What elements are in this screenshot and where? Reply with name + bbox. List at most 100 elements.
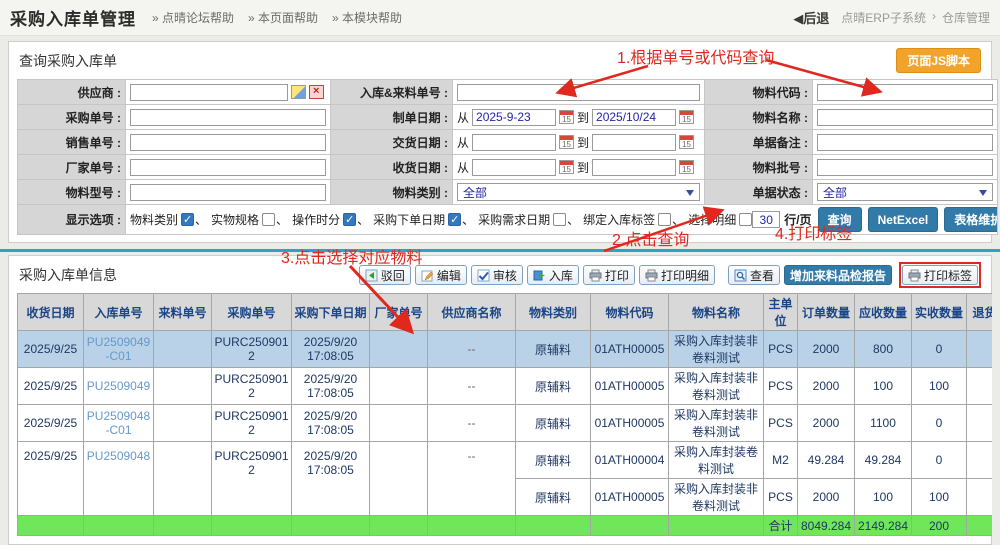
inbound-order-link[interactable]: PU2509048	[87, 449, 150, 463]
print-detail-button[interactable]: 打印明细	[639, 265, 715, 285]
reject-button[interactable]: 驳回	[359, 265, 411, 285]
doc-status-value: 全部	[823, 184, 847, 201]
material-name-input[interactable]	[817, 109, 993, 126]
display-option-checkbox[interactable]	[553, 213, 566, 226]
calendar-icon[interactable]	[679, 160, 694, 174]
doc-remark-input[interactable]	[817, 134, 993, 151]
material-category-select[interactable]: 全部	[457, 183, 700, 201]
receive-date-from-input[interactable]	[472, 159, 556, 176]
display-option-checkbox[interactable]	[658, 213, 671, 226]
table-cell: 01ATH00004	[591, 442, 669, 479]
purchase-no-input[interactable]	[130, 109, 326, 126]
display-option-checkbox[interactable]	[448, 213, 461, 226]
delivery-date-from-input[interactable]	[472, 134, 556, 151]
supplier-clear-icon[interactable]	[309, 85, 324, 99]
page-js-script-button[interactable]: 页面JS脚本	[896, 48, 981, 73]
sales-no-input[interactable]	[130, 134, 326, 151]
display-option: 操作时分	[292, 211, 356, 228]
inbound-order-link[interactable]: PU2509049	[87, 379, 150, 393]
inbound-icon	[533, 269, 546, 282]
table-cell: 100	[855, 479, 912, 516]
table-cell	[967, 516, 993, 536]
breadcrumb-module[interactable]: 仓库管理	[942, 9, 990, 26]
grid-maintain-button[interactable]: 表格维护	[944, 207, 997, 232]
table-row[interactable]: 2025/9/25PU2509049-C01PURC25090122025/9/…	[18, 331, 993, 368]
results-table: 收货日期入库单号来料单号采购单号采购下单日期厂家单号供应商名称物料类别物料代码物…	[17, 293, 992, 536]
factory-no-input[interactable]	[130, 159, 326, 176]
supplier-picker-icon[interactable]	[291, 85, 306, 99]
table-cell: --	[428, 331, 516, 368]
inbound-no-input[interactable]	[457, 84, 700, 101]
material-model-label: 物料型号 :	[18, 180, 126, 205]
table-cell	[154, 442, 212, 516]
breadcrumb-system[interactable]: 点晴ERP子系统	[841, 9, 926, 26]
table-row[interactable]: 2025/9/25PU2509049PURC25090122025/9/20 1…	[18, 368, 993, 405]
display-option-checkbox[interactable]	[739, 213, 752, 226]
inbound-order-link[interactable]: PU2509049-C01	[87, 335, 150, 363]
supplier-input[interactable]	[130, 84, 288, 101]
column-header: 入库单号	[84, 294, 154, 331]
inbound-no-label: 入库&来料单号 :	[331, 80, 453, 105]
audit-button[interactable]: 审核	[471, 265, 523, 285]
inbound-order-link[interactable]: PU2509048-C01	[87, 409, 150, 437]
display-option: 采购下单日期	[373, 211, 461, 228]
table-cell: 2000	[798, 479, 855, 516]
help-links: » 点晴论坛帮助 » 本页面帮助 » 本模块帮助	[152, 9, 402, 26]
calendar-icon[interactable]	[559, 110, 574, 124]
delivery-date-to-input[interactable]	[592, 134, 676, 151]
doc-status-select[interactable]: 全部	[817, 183, 993, 201]
inbound-button[interactable]: 入库	[527, 265, 579, 285]
factory-no-label: 厂家单号 :	[18, 155, 126, 180]
back-button[interactable]: ◀后退	[793, 8, 829, 27]
table-cell: 2025/9/25	[18, 368, 84, 405]
calendar-icon[interactable]	[559, 135, 574, 149]
table-cell: PCS	[764, 479, 798, 516]
material-code-input[interactable]	[817, 84, 993, 101]
column-header: 物料代码	[591, 294, 669, 331]
display-option: 采购需求日期	[478, 211, 566, 228]
display-option-checkbox[interactable]	[262, 213, 275, 226]
module-help-link[interactable]: » 本模块帮助	[332, 9, 402, 26]
toolbar: 驳回 编辑 审核 入库 打印 打印明细 查看 增加来料品检报告	[359, 262, 981, 288]
from-prefix: 从	[457, 159, 469, 176]
add-iqc-report-button[interactable]: 增加来料品检报告	[784, 265, 892, 285]
receive-date-to-input[interactable]	[592, 159, 676, 176]
page-help-link[interactable]: » 本页面帮助	[248, 9, 318, 26]
print-label-button[interactable]: 打印标签	[902, 265, 978, 285]
material-model-input[interactable]	[130, 184, 326, 201]
annotation-1: 1.根据单号或代码查询	[617, 44, 774, 68]
calendar-icon[interactable]	[679, 110, 694, 124]
table-cell: 2025/9/25	[18, 442, 84, 516]
table-cell: 原辅料	[516, 442, 591, 479]
column-header: 来料单号	[154, 294, 212, 331]
display-option-label: 物料类别	[130, 211, 178, 228]
view-button[interactable]: 查看	[728, 265, 780, 285]
printer-icon	[908, 269, 921, 282]
display-option: 物料类别	[130, 211, 194, 228]
material-batch-input[interactable]	[817, 159, 993, 176]
table-cell: 2000	[798, 368, 855, 405]
forum-help-link[interactable]: » 点晴论坛帮助	[152, 9, 234, 26]
table-cell: 采购入库封装卷料测试	[669, 442, 764, 479]
display-option-checkbox[interactable]	[181, 213, 194, 226]
table-cell	[154, 405, 212, 442]
make-date-to-input[interactable]	[592, 109, 676, 126]
table-cell: 原辅料	[516, 331, 591, 368]
edit-button[interactable]: 编辑	[415, 265, 467, 285]
option-separator: 、	[462, 213, 474, 227]
doc-remark-label: 单据备注 :	[705, 130, 813, 155]
calendar-icon[interactable]	[679, 135, 694, 149]
calendar-icon[interactable]	[559, 160, 574, 174]
make-date-from-input[interactable]	[472, 109, 556, 126]
table-row[interactable]: 2025/9/25PU2509048PURC25090122025/9/20 1…	[18, 442, 993, 479]
table-cell: 49.284	[855, 442, 912, 479]
table-cell: 合计	[764, 516, 798, 536]
option-separator: 、	[276, 213, 288, 227]
printer-icon	[589, 269, 602, 282]
print-button[interactable]: 打印	[583, 265, 635, 285]
table-row[interactable]: 2025/9/25PU2509048-C01PURC25090122025/9/…	[18, 405, 993, 442]
display-option-checkbox[interactable]	[343, 213, 356, 226]
netexcel-button[interactable]: NetExcel	[868, 207, 939, 232]
table-cell: 100	[855, 368, 912, 405]
table-cell: 原辅料	[516, 405, 591, 442]
